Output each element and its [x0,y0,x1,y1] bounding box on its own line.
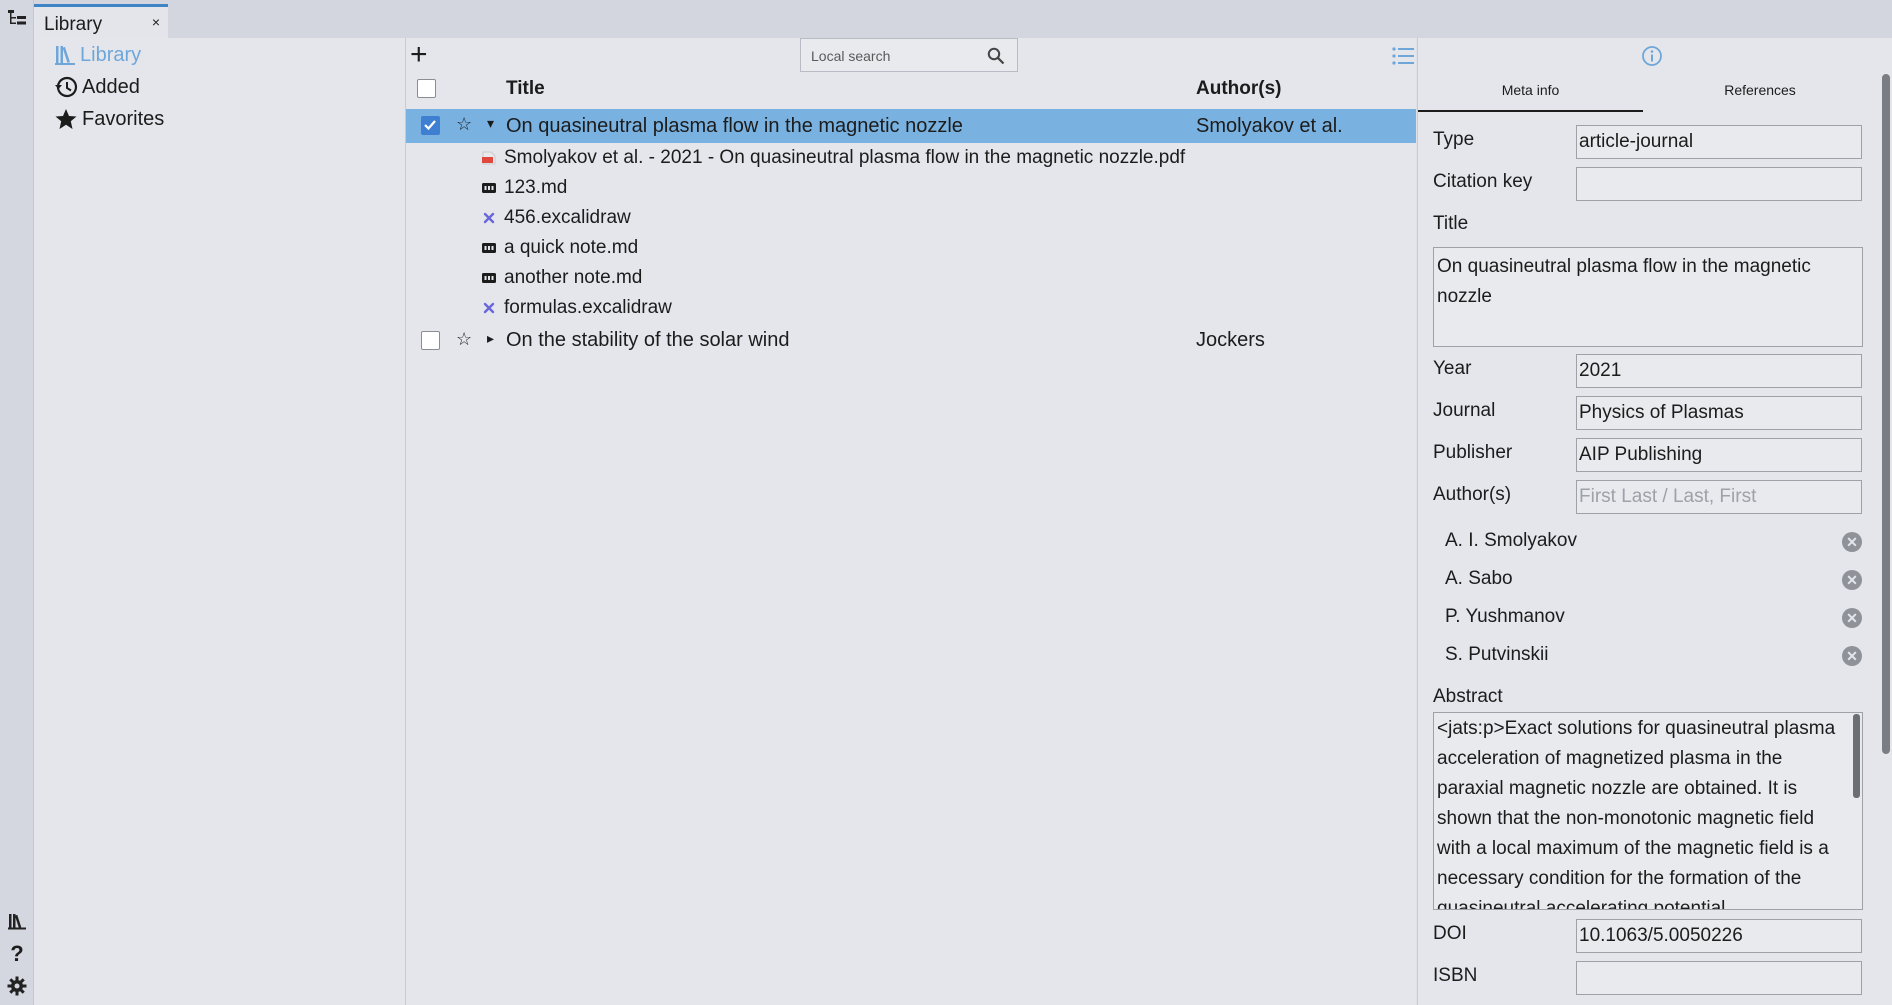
collapse-caret-icon[interactable]: ▾ [487,115,494,132]
table-row[interactable]: ☆ ▸ On the stability of the solar wind J… [406,323,1416,357]
add-button[interactable]: + [410,40,428,70]
excalidraw-icon [482,212,496,224]
author-item: S. Putvinskii [1445,644,1549,665]
file-item[interactable]: 456.excalidraw [482,204,631,232]
sidebar-item-label: Added [82,75,140,98]
select-all-checkbox[interactable] [417,79,436,98]
markdown-icon [482,242,496,254]
publisher-field[interactable] [1576,438,1862,472]
details-scrollbar[interactable] [1882,74,1890,754]
journal-label: Journal [1433,400,1496,421]
history-icon [55,76,78,98]
type-field[interactable] [1576,125,1862,159]
sidebar-item-label: Favorites [82,107,165,130]
title-label: Title [1433,213,1469,234]
search-input[interactable] [809,45,983,67]
file-item[interactable]: Smolyakov et al. - 2021 - On quasineutra… [482,144,1185,172]
file-name: 456.excalidraw [504,207,631,228]
sidebar-item-library[interactable]: Library [54,41,141,69]
search-icon[interactable] [987,47,1005,65]
row-authors: Jockers [1196,329,1265,351]
year-label: Year [1433,358,1472,379]
year-field[interactable] [1576,354,1862,388]
tab-label: References [1724,82,1796,98]
remove-author-icon[interactable]: ✕ [1842,646,1862,666]
file-name: formulas.excalidraw [504,297,672,318]
pdf-icon [482,151,496,165]
authors-label: Author(s) [1433,484,1512,505]
doi-label: DOI [1433,923,1467,944]
tab-label: Library [44,14,103,35]
column-header-authors[interactable]: Author(s) [1196,78,1281,100]
tab-close-icon[interactable]: × [152,14,160,30]
row-title: On the stability of the solar wind [506,329,790,351]
row-title: On quasineutral plasma flow in the magne… [506,115,963,137]
file-name: Smolyakov et al. - 2021 - On quasineutra… [504,147,1186,168]
remove-author-icon[interactable]: ✕ [1842,532,1862,552]
citation-key-label: Citation key [1433,171,1533,192]
file-item[interactable]: another note.md [482,264,642,292]
tab-library[interactable]: Library × [34,4,168,38]
library-icon [55,46,75,65]
journal-field[interactable] [1576,396,1862,430]
star-icon [55,109,77,129]
row-checkbox[interactable] [421,331,440,350]
tree-icon[interactable] [6,7,28,29]
abstract-field[interactable]: <jats:p>Exact solutions for quasineutral… [1433,712,1863,910]
author-item: P. Yushmanov [1445,606,1565,627]
doi-field[interactable] [1576,919,1862,953]
excalidraw-icon [482,302,496,314]
tab-label: Meta info [1501,82,1560,98]
column-header-title[interactable]: Title [506,78,545,100]
markdown-icon [482,182,496,194]
abstract-label: Abstract [1433,686,1503,707]
type-label: Type [1433,129,1475,150]
settings-gear-icon[interactable] [6,975,28,997]
remove-author-icon[interactable]: ✕ [1842,608,1862,628]
tab-bar [34,0,1892,38]
publisher-label: Publisher [1433,442,1513,463]
file-item[interactable]: formulas.excalidraw [482,294,672,322]
sidebar-item-added[interactable]: Added [54,73,140,101]
author-item: A. Sabo [1445,568,1513,589]
expand-caret-icon[interactable]: ▸ [487,330,494,347]
local-search-box [800,38,1018,72]
favorite-star-icon[interactable]: ☆ [456,329,472,350]
file-item[interactable]: 123.md [482,174,567,202]
sidebar-item-label: Library [80,43,142,66]
abstract-scrollbar[interactable] [1853,714,1860,798]
file-name: another note.md [504,267,643,288]
favorite-star-icon[interactable]: ☆ [456,114,472,135]
activity-bar: ? [0,0,34,1005]
help-icon[interactable]: ? [6,941,28,966]
row-authors: Smolyakov et al. [1196,115,1343,137]
citation-key-field[interactable] [1576,167,1862,201]
remove-author-icon[interactable]: ✕ [1842,570,1862,590]
author-item: A. I. Smolyakov [1445,530,1577,551]
isbn-label: ISBN [1433,965,1478,986]
tab-references[interactable]: References [1645,68,1875,110]
author-input[interactable] [1576,480,1862,514]
table-row[interactable]: ☆ ▾ On quasineutral plasma flow in the m… [406,109,1416,143]
sidebar: Library Added Favorites [34,38,406,1005]
library-nav-icon[interactable] [6,910,28,932]
markdown-icon [482,272,496,284]
file-name: 123.md [504,177,568,198]
isbn-field[interactable] [1576,961,1862,995]
file-item[interactable]: a quick note.md [482,234,638,262]
list-view-icon[interactable] [1392,47,1414,65]
info-icon[interactable] [1641,45,1663,67]
title-field[interactable]: On quasineutral plasma flow in the magne… [1433,247,1863,347]
row-checkbox[interactable] [421,116,440,135]
tab-meta-info[interactable]: Meta info [1418,68,1643,112]
file-name: a quick note.md [504,237,639,258]
sidebar-item-favorites[interactable]: Favorites [54,105,164,133]
